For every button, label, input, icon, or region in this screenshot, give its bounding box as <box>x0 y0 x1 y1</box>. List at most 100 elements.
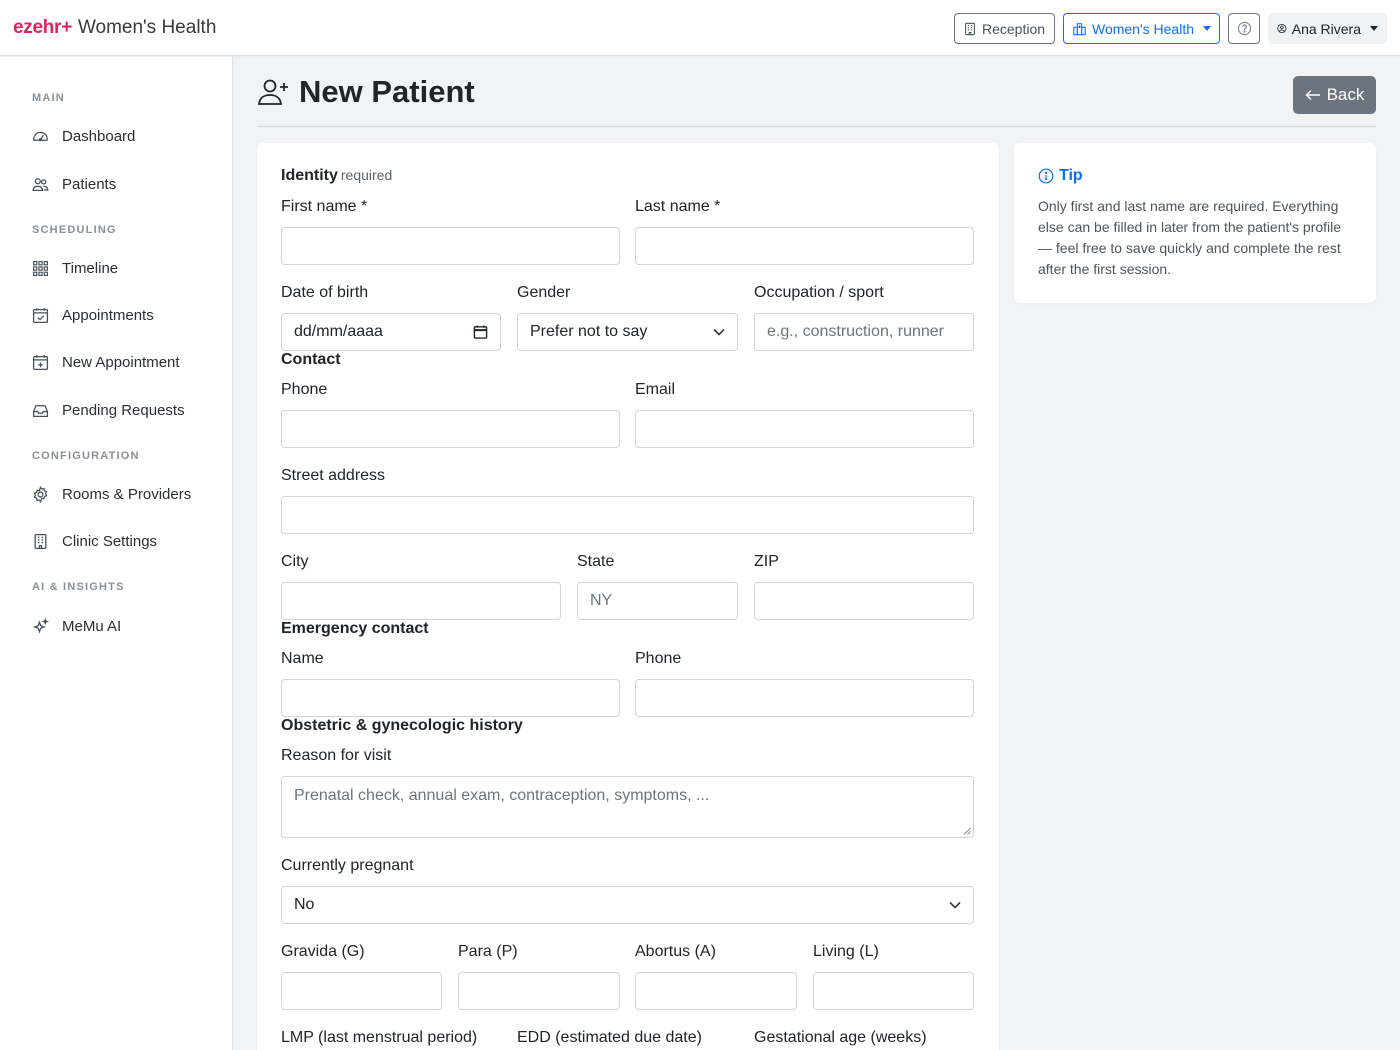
arrow-left-icon <box>1305 90 1320 100</box>
gender-select[interactable]: Prefer not to say <box>517 313 738 351</box>
sidebar-item-timeline[interactable]: Timeline <box>32 256 118 280</box>
zip-input[interactable] <box>754 582 974 620</box>
sidebar-item-label: Dashboard <box>62 127 136 145</box>
sidebar: MAIN Dashboard Patients SCHEDULING Timel… <box>0 57 233 1050</box>
sidebar-item-rooms-providers[interactable]: Rooms & Providers <box>32 482 191 506</box>
tip-title-text: Tip <box>1059 167 1083 184</box>
building-icon <box>965 22 975 35</box>
reason-label: Reason for visit <box>281 747 392 764</box>
page-title: New Patient <box>257 74 475 110</box>
emergency-name-input[interactable] <box>281 679 620 717</box>
dob-label: Date of birth <box>281 284 369 301</box>
sidebar-section-main: MAIN <box>32 92 65 104</box>
caret-down-icon <box>1370 26 1378 31</box>
emergency-phone-input[interactable] <box>635 679 974 717</box>
zip-label: ZIP <box>754 553 779 570</box>
sidebar-item-memu-ai[interactable]: MeMu AI <box>32 614 121 638</box>
phone-input[interactable] <box>281 410 620 448</box>
street-label: Street address <box>281 467 386 484</box>
email-input[interactable] <box>635 410 974 448</box>
building-icon <box>34 533 47 549</box>
brand[interactable]: ezehr+ Women's Health <box>13 17 216 39</box>
info-circle-icon <box>1038 168 1054 184</box>
user-circle-icon <box>1277 23 1287 34</box>
brand-logo: ezehr+ <box>13 17 72 38</box>
state-label: State <box>577 553 615 570</box>
sidebar-item-label: Timeline <box>62 259 119 277</box>
phone-label: Phone <box>281 381 328 398</box>
edd-label: EDD (estimated due date) <box>517 1029 702 1046</box>
state-input[interactable]: NY <box>577 582 738 620</box>
user-name: Ana Rivera <box>1291 20 1361 37</box>
sidebar-item-label: Clinic Settings <box>62 532 158 550</box>
sidebar-item-appointments[interactable]: Appointments <box>32 303 154 327</box>
section-contact: Contact <box>281 351 341 368</box>
user-menu-dropdown[interactable]: Ana Rivera <box>1268 13 1387 44</box>
emergency-phone-label: Phone <box>635 650 682 667</box>
first-name-input[interactable] <box>281 227 620 265</box>
chevron-down-icon <box>949 901 961 909</box>
sidebar-item-label: New Appointment <box>62 353 180 371</box>
sidebar-item-clinic-settings[interactable]: Clinic Settings <box>32 529 157 553</box>
grid-icon <box>33 260 48 276</box>
sidebar-item-label: MeMu AI <box>62 617 122 635</box>
section-identity: Identity required <box>281 167 392 185</box>
para-input[interactable] <box>458 972 620 1010</box>
lmp-label: LMP (last menstrual period) <box>281 1029 478 1046</box>
sidebar-item-pending-requests[interactable]: Pending Requests <box>32 398 185 422</box>
last-name-label: Last name * <box>635 198 721 215</box>
para-label: Para (P) <box>458 943 518 960</box>
brand-clinic-name: Women's Health <box>77 17 217 38</box>
top-navbar: ezehr+ Women's Health Reception Women's H… <box>0 0 1400 56</box>
chevron-down-icon <box>713 328 725 336</box>
occupation-placeholder: e.g., construction, runner <box>767 323 944 340</box>
reason-textarea[interactable]: Prenatal check, annual exam, contracepti… <box>281 776 974 838</box>
gender-label: Gender <box>517 284 571 301</box>
occupation-input[interactable]: e.g., construction, runner <box>754 313 974 351</box>
tip-title: Tip <box>1038 167 1083 185</box>
sidebar-item-label: Rooms & Providers <box>62 485 192 503</box>
hospital-icon <box>1073 22 1086 35</box>
reason-placeholder: Prenatal check, annual exam, contracepti… <box>294 787 710 804</box>
tip-card: Tip Only first and last name are require… <box>1014 143 1376 303</box>
street-input[interactable] <box>281 496 974 534</box>
calendar-plus-icon <box>32 354 49 370</box>
section-identity-hint: required <box>340 167 393 183</box>
reception-label: Reception <box>982 20 1046 37</box>
section-emergency-contact: Emergency contact <box>281 620 429 637</box>
section-obgyn-history: Obstetric & gynecologic history <box>281 717 523 734</box>
living-input[interactable] <box>813 972 974 1010</box>
new-patient-form: Identity required First name * Last name … <box>257 143 999 1050</box>
city-label: City <box>281 553 309 570</box>
dob-input[interactable]: dd/mm/aaaa <box>281 313 501 351</box>
sidebar-item-dashboard[interactable]: Dashboard <box>32 124 135 148</box>
pregnant-select[interactable]: No <box>281 886 974 924</box>
last-name-input[interactable] <box>635 227 974 265</box>
resize-grip-icon[interactable] <box>963 827 971 835</box>
tip-text: Only first and last name are required. E… <box>1038 198 1342 277</box>
sidebar-item-patients[interactable]: Patients <box>32 172 116 196</box>
sidebar-section-ai-insights: AI & INSIGHTS <box>32 581 125 593</box>
section-identity-title: Identity <box>281 167 338 184</box>
sidebar-item-label: Appointments <box>62 306 154 324</box>
calendar-icon[interactable] <box>473 325 488 340</box>
gauge-icon <box>33 131 48 141</box>
emergency-name-label: Name <box>281 650 324 667</box>
abortus-input[interactable] <box>635 972 797 1010</box>
back-label: Back <box>1326 85 1365 104</box>
gravida-input[interactable] <box>281 972 442 1010</box>
person-plus-icon <box>257 79 288 105</box>
email-label: Email <box>635 381 676 398</box>
page-header: New Patient Back <box>257 70 1376 127</box>
back-button[interactable]: Back <box>1293 76 1376 114</box>
city-input[interactable] <box>281 582 561 620</box>
reception-button[interactable]: Reception <box>954 13 1055 44</box>
occupation-label: Occupation / sport <box>754 284 884 301</box>
clinic-switcher-dropdown[interactable]: Women's Health <box>1063 13 1220 44</box>
sidebar-item-new-appointment[interactable]: New Appointment <box>32 350 180 374</box>
gear-icon <box>33 485 48 503</box>
people-icon <box>32 177 49 191</box>
help-button[interactable] <box>1228 13 1260 44</box>
living-label: Living (L) <box>813 943 879 960</box>
gender-value: Prefer not to say <box>530 323 648 340</box>
